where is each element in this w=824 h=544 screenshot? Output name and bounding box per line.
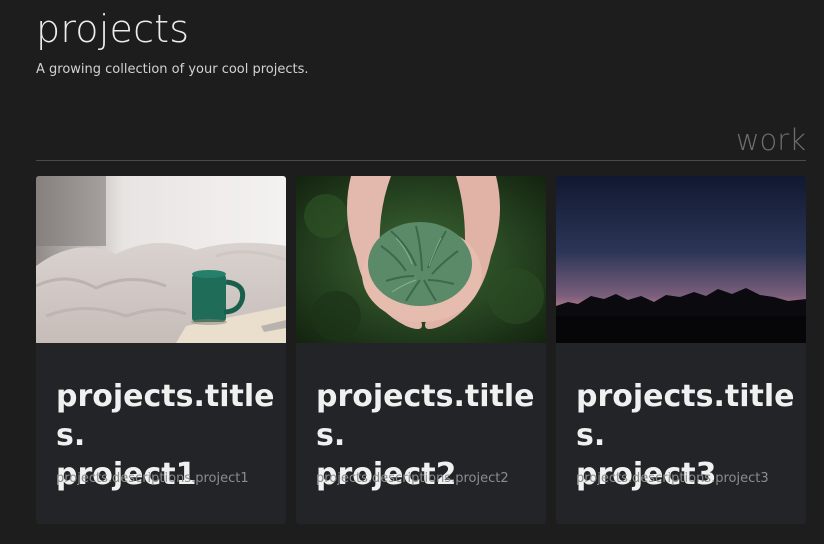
project-description: projects.descriptions.project2 <box>316 471 509 486</box>
mountain-sunset-photo-icon <box>556 176 806 343</box>
project-card-1[interactable]: projects.titles. project1 projects.descr… <box>36 176 286 524</box>
coffee-mug-photo-icon <box>36 176 286 343</box>
project-title-line1: projects.titles. <box>316 379 535 453</box>
project-card-2[interactable]: projects.titles. project2 projects.descr… <box>296 176 546 524</box>
project-title-line1: projects.titles. <box>576 379 795 453</box>
hands-holding-pine-photo-icon <box>296 176 546 343</box>
projects-page: projects A growing collection of your co… <box>0 0 824 544</box>
project-card-3[interactable]: projects.titles. project3 projects.descr… <box>556 176 806 524</box>
section-header: work <box>36 120 806 161</box>
page-title: projects <box>36 7 190 51</box>
project-description: projects.descriptions.project3 <box>576 471 769 486</box>
page-subtitle: A growing collection of your cool projec… <box>36 62 309 77</box>
section-label-work: work <box>735 123 806 157</box>
project-cards-grid: projects.titles. project1 projects.descr… <box>36 176 806 524</box>
project-description: projects.descriptions.project1 <box>56 471 249 486</box>
project-title-line1: projects.titles. <box>56 379 275 453</box>
